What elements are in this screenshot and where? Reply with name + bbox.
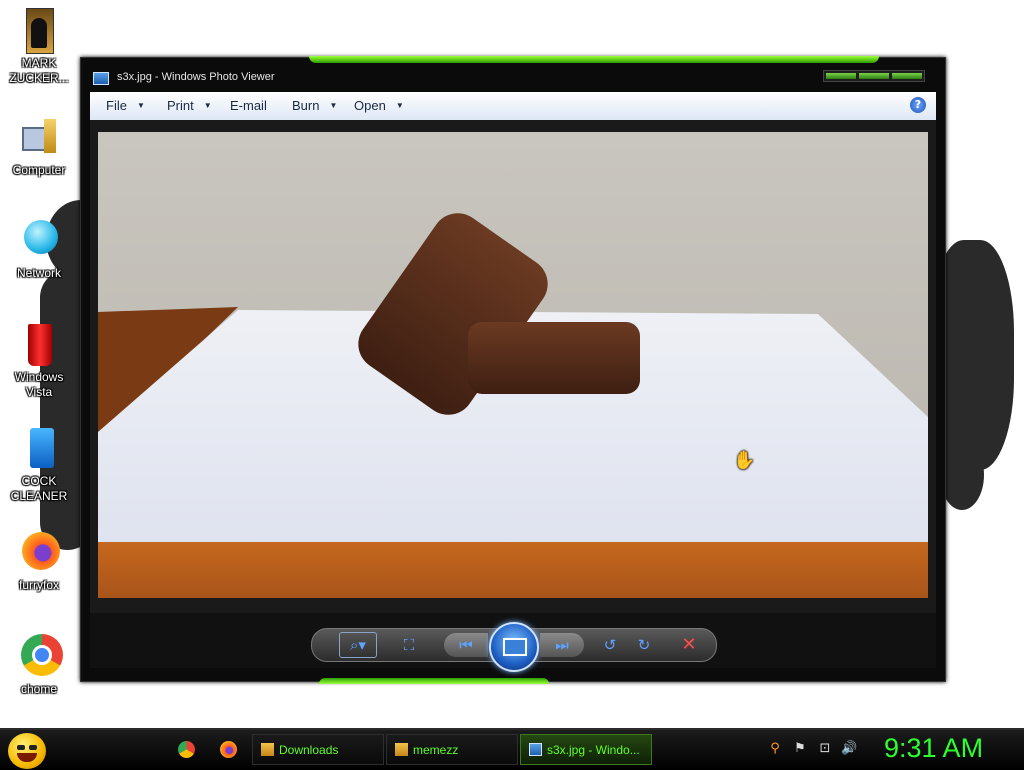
desktop-icon-label: MARK ZUCKER... [9,56,69,85]
next-button[interactable]: ⏭ [540,633,584,657]
chocolate-bar-flat [468,322,640,394]
desktop-icon-label: COCK CLEANER [10,474,68,503]
menu-bar: File ▼ Print ▼ E-mail Burn ▼ Open ▼ ? [90,92,936,121]
chevron-down-icon: ▼ [329,101,338,110]
smiley-eye-icon [29,745,37,750]
person-icon [16,8,62,54]
rotate-right-icon: ↻ [637,636,651,654]
window-controls[interactable] [823,70,925,82]
slideshow-icon [503,638,527,656]
taskbar: Downloads memezz s3x.jpg - Windo... ⚲ ⚑ … [0,728,1024,770]
chevron-down-icon: ▼ [136,101,145,110]
desktop-icon-label: Computer [12,163,66,177]
hand-cursor-icon: ✋ [733,450,756,471]
task-label: s3x.jpg - Windo... [547,743,640,757]
minimize-button[interactable] [826,73,856,79]
desktop-icon-furryfox[interactable]: furryfox [4,530,74,593]
photo-image [98,132,928,598]
clock[interactable]: 9:31 AM [884,733,983,764]
task-label: Downloads [279,743,339,757]
menu-open[interactable]: Open ▼ [354,98,404,113]
maximize-button[interactable] [859,73,889,79]
desktop-icon-mark-zucker[interactable]: MARK ZUCKER... [4,8,74,86]
task-label: memezz [413,743,459,757]
chevron-down-icon: ▼ [395,101,404,110]
menu-file[interactable]: File ▼ [106,98,145,113]
menu-burn-label: Burn [292,98,320,113]
task-memezz[interactable]: memezz [386,734,518,765]
close-button[interactable] [892,73,922,79]
help-icon[interactable]: ? [910,97,926,113]
desktop-icon-windows-vista[interactable]: Windows Vista [4,322,74,400]
chevron-down-icon: ▼ [203,101,212,110]
menu-print-label: Print [167,98,194,113]
desktop-icon-label: Network [16,266,61,280]
start-button[interactable] [8,733,46,769]
photo-viewer-window[interactable]: s3x.jpg - Windows Photo Viewer File ▼ Pri… [80,56,946,684]
menu-email-label: E-mail [230,98,267,113]
photo-viewer-icon [93,72,109,85]
folder-icon [261,743,274,756]
fit-window-icon: ⛶ [403,636,415,654]
folder-icon [395,743,408,756]
rotate-counterclockwise-button[interactable]: ↺ [599,633,621,657]
desktop-icon-label: Windows Vista [14,370,64,399]
menu-open-label: Open [354,98,386,113]
previous-icon: ⏮ [459,636,473,654]
desktop-icon-cock-cleaner[interactable]: COCK CLEANER [4,426,74,504]
menu-file-label: File [106,98,127,113]
search-icon[interactable]: ⚲ [767,741,783,757]
window-title: s3x.jpg - Windows Photo Viewer [117,71,275,83]
zoom-button[interactable]: ⌕▾ [339,632,377,658]
task-photo-viewer[interactable]: s3x.jpg - Windo... [520,734,652,765]
photo-viewer-icon [529,743,542,756]
cleaner-icon [16,426,62,472]
menu-print[interactable]: Print ▼ [167,98,212,113]
menu-burn[interactable]: Burn ▼ [292,98,337,113]
desktop-icon-chome[interactable]: chome [4,634,74,697]
desktop-icon-label: furryfox [18,578,59,592]
desktop-icon-computer[interactable]: Computer [4,115,74,178]
quicklaunch-chrome-icon[interactable] [178,741,195,758]
delete-button[interactable]: ✕ [678,633,700,657]
volume-icon[interactable]: 🔊 [841,741,857,757]
chrome-icon [16,634,63,680]
quicklaunch-firefox-icon[interactable] [220,741,237,758]
displayed-photo[interactable] [98,132,928,598]
previous-button[interactable]: ⏮ [444,633,488,657]
rotate-clockwise-button[interactable]: ↻ [633,633,655,657]
photo-display-area [90,120,936,613]
delete-icon: ✕ [681,634,697,655]
globe-icon [16,218,62,264]
recycle-bin-icon [16,322,62,368]
smiley-mouth-icon [17,753,37,762]
window-bottom-glow [319,678,549,684]
slideshow-button[interactable] [489,622,539,672]
menu-email[interactable]: E-mail [230,98,267,113]
magnifier-icon: ⌕▾ [350,636,366,654]
rotate-left-icon: ↺ [603,636,617,654]
action-center-flag-icon[interactable]: ⚑ [792,741,808,757]
computer-icon [16,115,62,161]
network-icon[interactable]: ⊡ [817,741,833,757]
firefox-icon [16,530,62,576]
desktop-icon-label: chome [20,682,58,696]
fit-to-window-button[interactable]: ⛶ [397,633,421,657]
window-top-glow [309,56,879,63]
window-titlebar[interactable]: s3x.jpg - Windows Photo Viewer [81,66,945,92]
viewer-toolbar: ⌕▾ ⛶ ⏮ ⏭ ↺ ↻ ✕ [90,613,936,672]
task-downloads[interactable]: Downloads [252,734,384,765]
playback-control-bar: ⌕▾ ⛶ ⏮ ⏭ ↺ ↻ ✕ [311,622,717,672]
desktop-icon-network[interactable]: Network [4,218,74,281]
next-icon: ⏭ [555,636,569,654]
smiley-eye-icon [17,745,25,750]
